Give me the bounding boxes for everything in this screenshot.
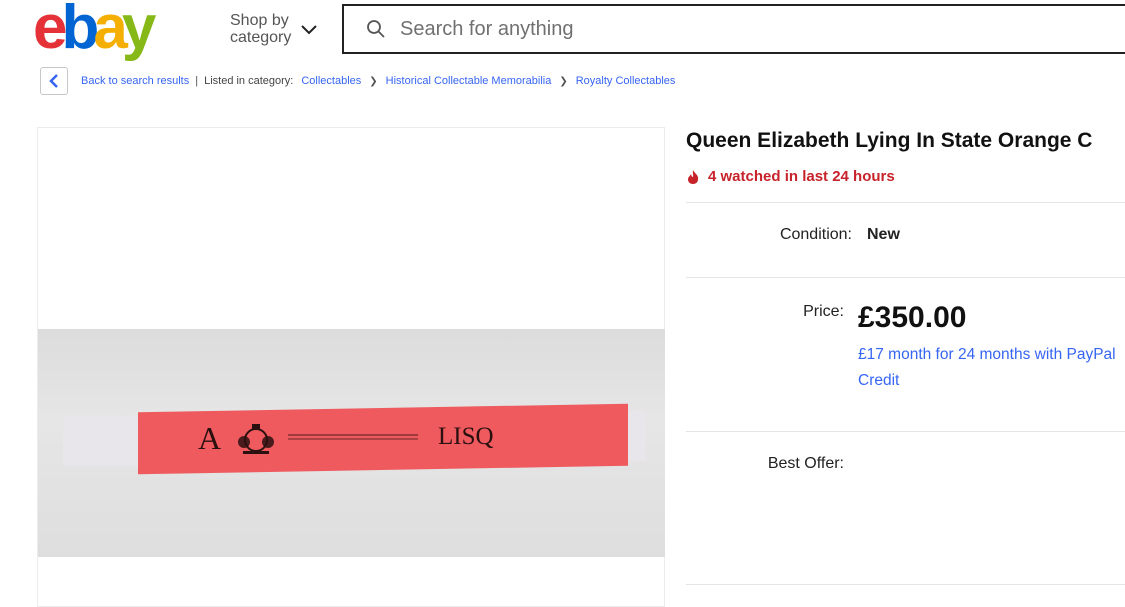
shop-by-category-button[interactable]: Shop by category [230,12,318,46]
section-divider [686,277,1125,278]
search-bar[interactable] [342,4,1125,54]
fire-icon [686,169,700,185]
wristband-letter: A [198,420,222,456]
watchers-text: 4 watched in last 24 hours [708,168,895,185]
breadcrumb-divider: | [195,75,199,87]
breadcrumb-category-collectables[interactable]: Collectables [301,75,361,87]
section-divider [686,431,1125,432]
back-button[interactable] [40,67,68,95]
search-icon [366,19,386,39]
royal-crest-icon [235,422,277,461]
image-gallery[interactable]: A LISQ [37,127,665,607]
search-input[interactable] [398,16,1002,42]
breadcrumb-category-historical[interactable]: Historical Collectable Memorabilia [386,75,552,87]
wristband-fine-print [288,432,418,442]
section-divider [686,584,1125,585]
chevron-left-icon [49,74,58,88]
listed-in-category-label: Listed in category: [204,75,294,87]
chevron-right-icon: ❯ [369,75,378,87]
ebay-logo[interactable]: e b a y [33,0,183,62]
product-photo[interactable]: A LISQ [38,329,665,557]
logo-letter-a: a [93,0,128,62]
logo-letter-e: e [33,0,68,62]
logo-letter-y: y [121,0,157,62]
listing-title: Queen Elizabeth Lying In State Orange C [686,129,1093,152]
breadcrumb-category-royalty[interactable]: Royalty Collectables [576,75,676,87]
wristband-code: LISQ [438,423,494,450]
chevron-right-icon: ❯ [559,75,568,87]
shop-by-label: Shop by [230,12,289,29]
wristband-image: A LISQ [63,403,646,475]
category-label: category [230,29,292,46]
condition-label: Condition: [779,226,852,243]
logo-letter-b: b [61,0,99,62]
breadcrumb: Back to search results | Listed in categ… [40,67,675,95]
price-label: Price: [803,303,844,320]
watchers-info: 4 watched in last 24 hours [686,168,895,185]
back-to-search-link[interactable]: Back to search results [81,75,189,87]
section-divider [686,202,1125,203]
best-offer-label: Best Offer: [767,455,844,472]
paypal-credit-link[interactable]: £17 month for 24 months with PayPal Cred… [858,342,1118,394]
chevron-down-icon [301,22,318,40]
price-value: £350.00 [858,301,967,334]
condition-value: New [867,226,900,243]
